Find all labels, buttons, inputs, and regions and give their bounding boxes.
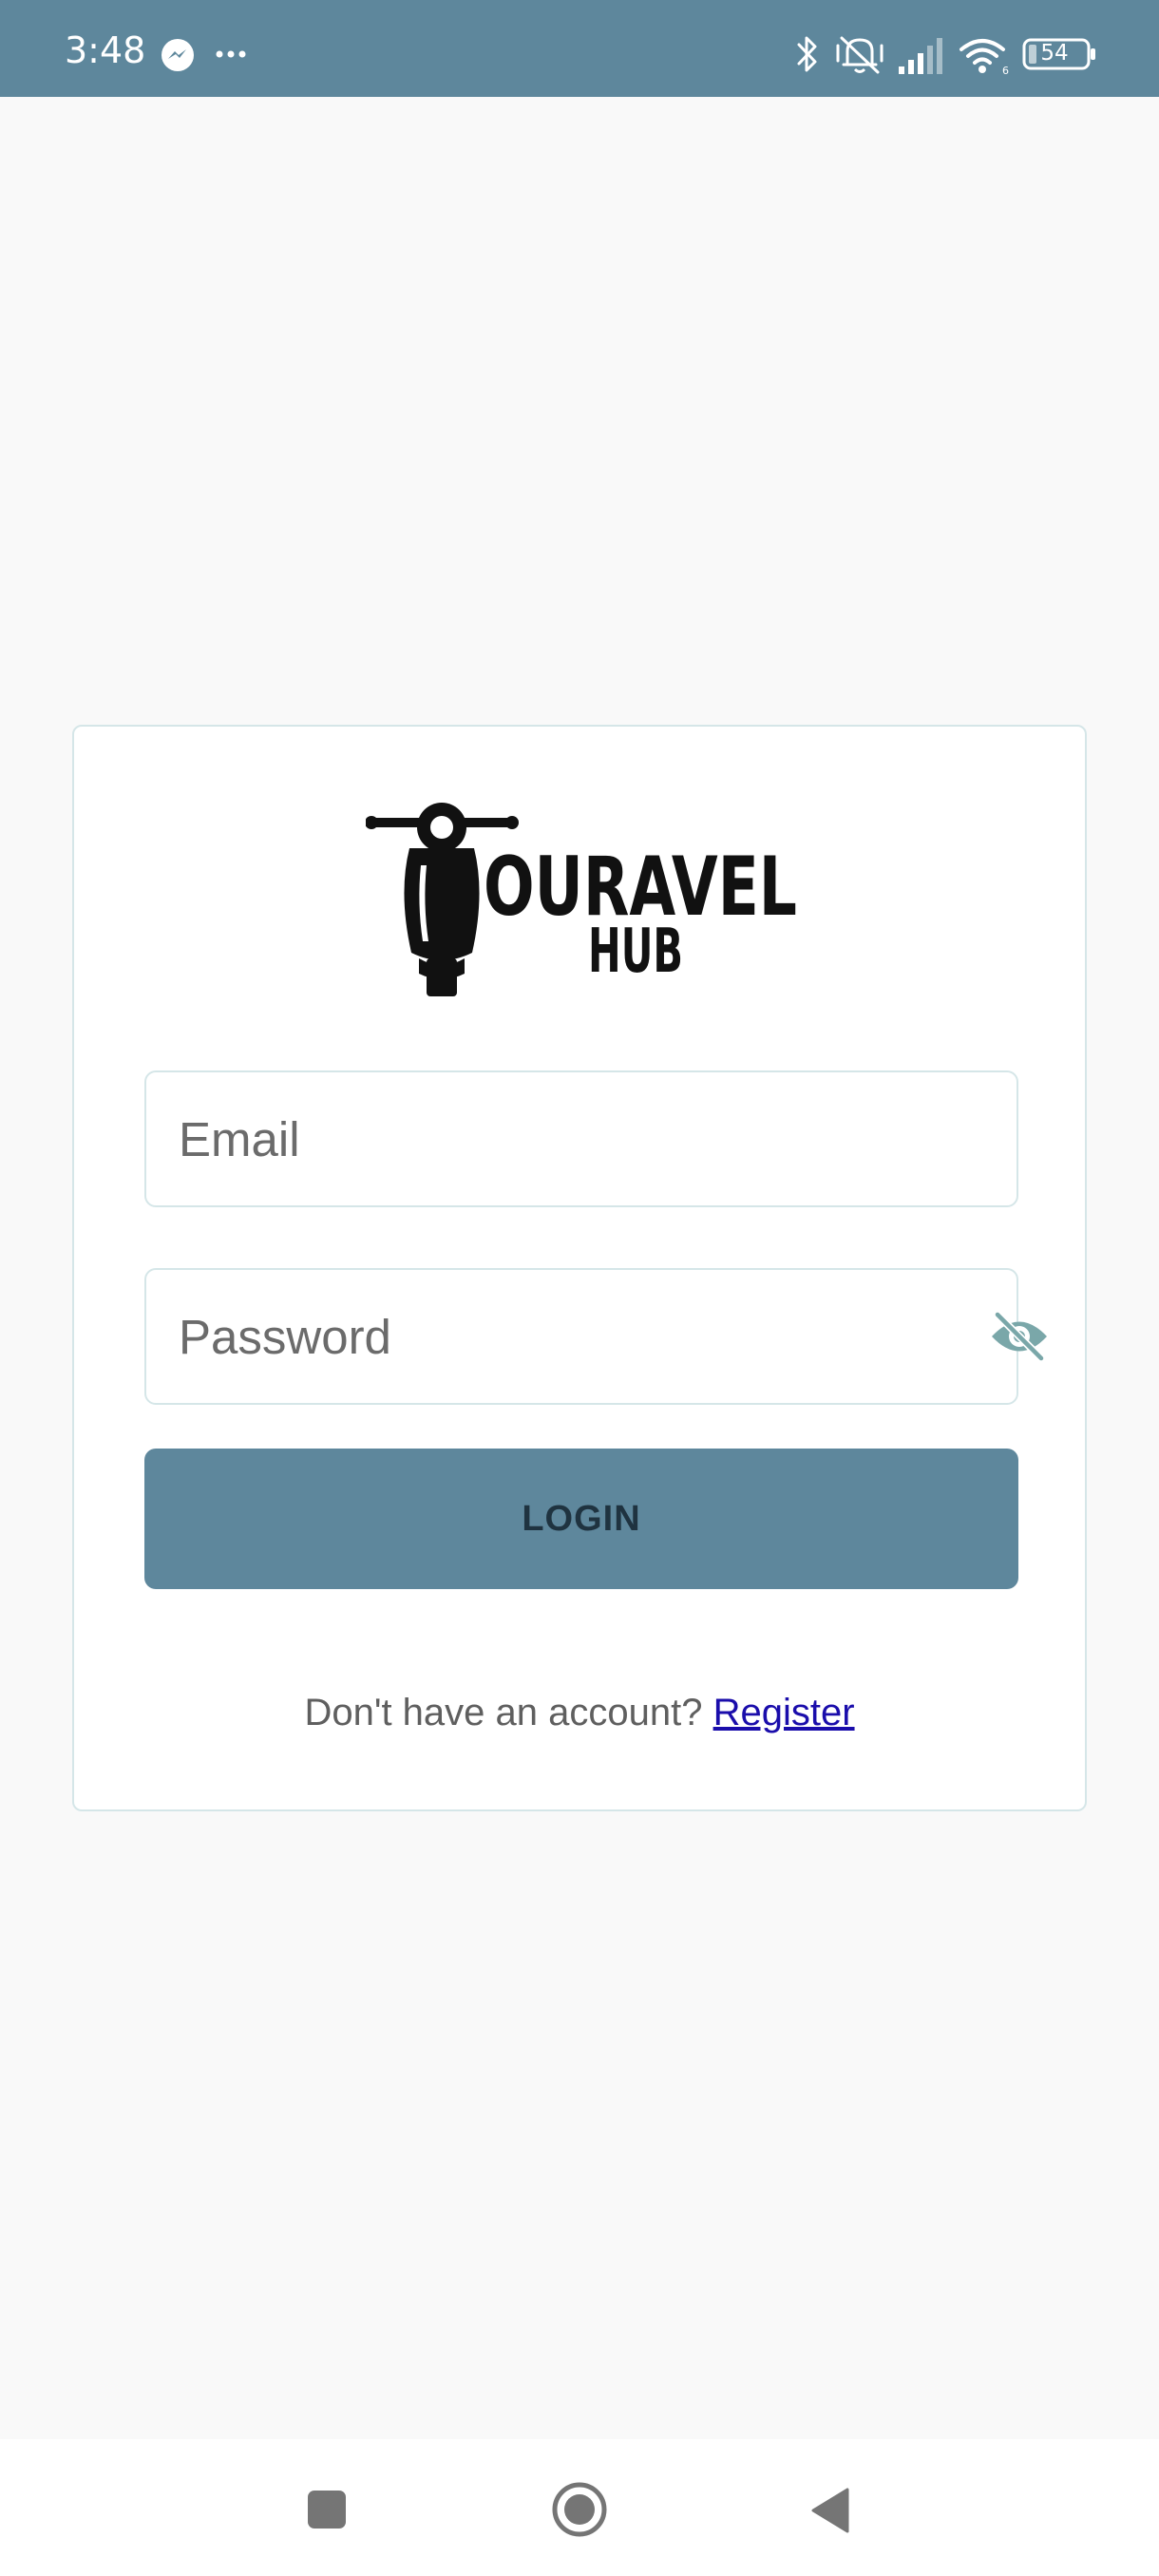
svg-text:6: 6 bbox=[1002, 65, 1009, 76]
messenger-icon bbox=[162, 39, 194, 71]
vibrate-icon bbox=[836, 36, 884, 74]
signal-icon bbox=[899, 38, 942, 74]
bluetooth-icon bbox=[797, 36, 817, 72]
login-button[interactable]: LOGIN bbox=[144, 1449, 1018, 1589]
battery-level: 54 bbox=[1040, 41, 1069, 66]
recents-square-icon[interactable] bbox=[306, 2489, 348, 2530]
wifi-icon: 6 bbox=[960, 39, 1009, 76]
password-field-container bbox=[144, 1268, 1047, 1405]
email-field-container bbox=[144, 1070, 1018, 1207]
logo-graphic: OURAVEL HUB bbox=[366, 803, 797, 996]
login-card: OURAVEL HUB LOGIN Don't have an account?… bbox=[72, 725, 1087, 1811]
logo-sub-text: HUB bbox=[588, 917, 683, 987]
email-input[interactable] bbox=[179, 1072, 958, 1205]
login-screen: 3:48 6 54 OURAVEL HUB Email LOGIN Don't … bbox=[0, 0, 1159, 2576]
status-bar: 3:48 6 54 bbox=[0, 0, 1159, 97]
password-input[interactable] bbox=[179, 1270, 958, 1403]
register-prompt: Don't have an account? bbox=[304, 1692, 713, 1733]
app-logo: OURAVEL HUB bbox=[366, 799, 803, 998]
status-time: 3:48 bbox=[65, 29, 146, 71]
eye-off-icon[interactable] bbox=[988, 1311, 1051, 1362]
more-dots-icon bbox=[216, 50, 246, 58]
back-triangle-icon[interactable] bbox=[809, 2487, 851, 2534]
home-circle-icon[interactable] bbox=[551, 2481, 608, 2538]
register-link[interactable]: Register bbox=[713, 1692, 855, 1733]
register-row: Don't have an account? Register bbox=[74, 1692, 1085, 1734]
navigation-bar bbox=[0, 2439, 1159, 2576]
